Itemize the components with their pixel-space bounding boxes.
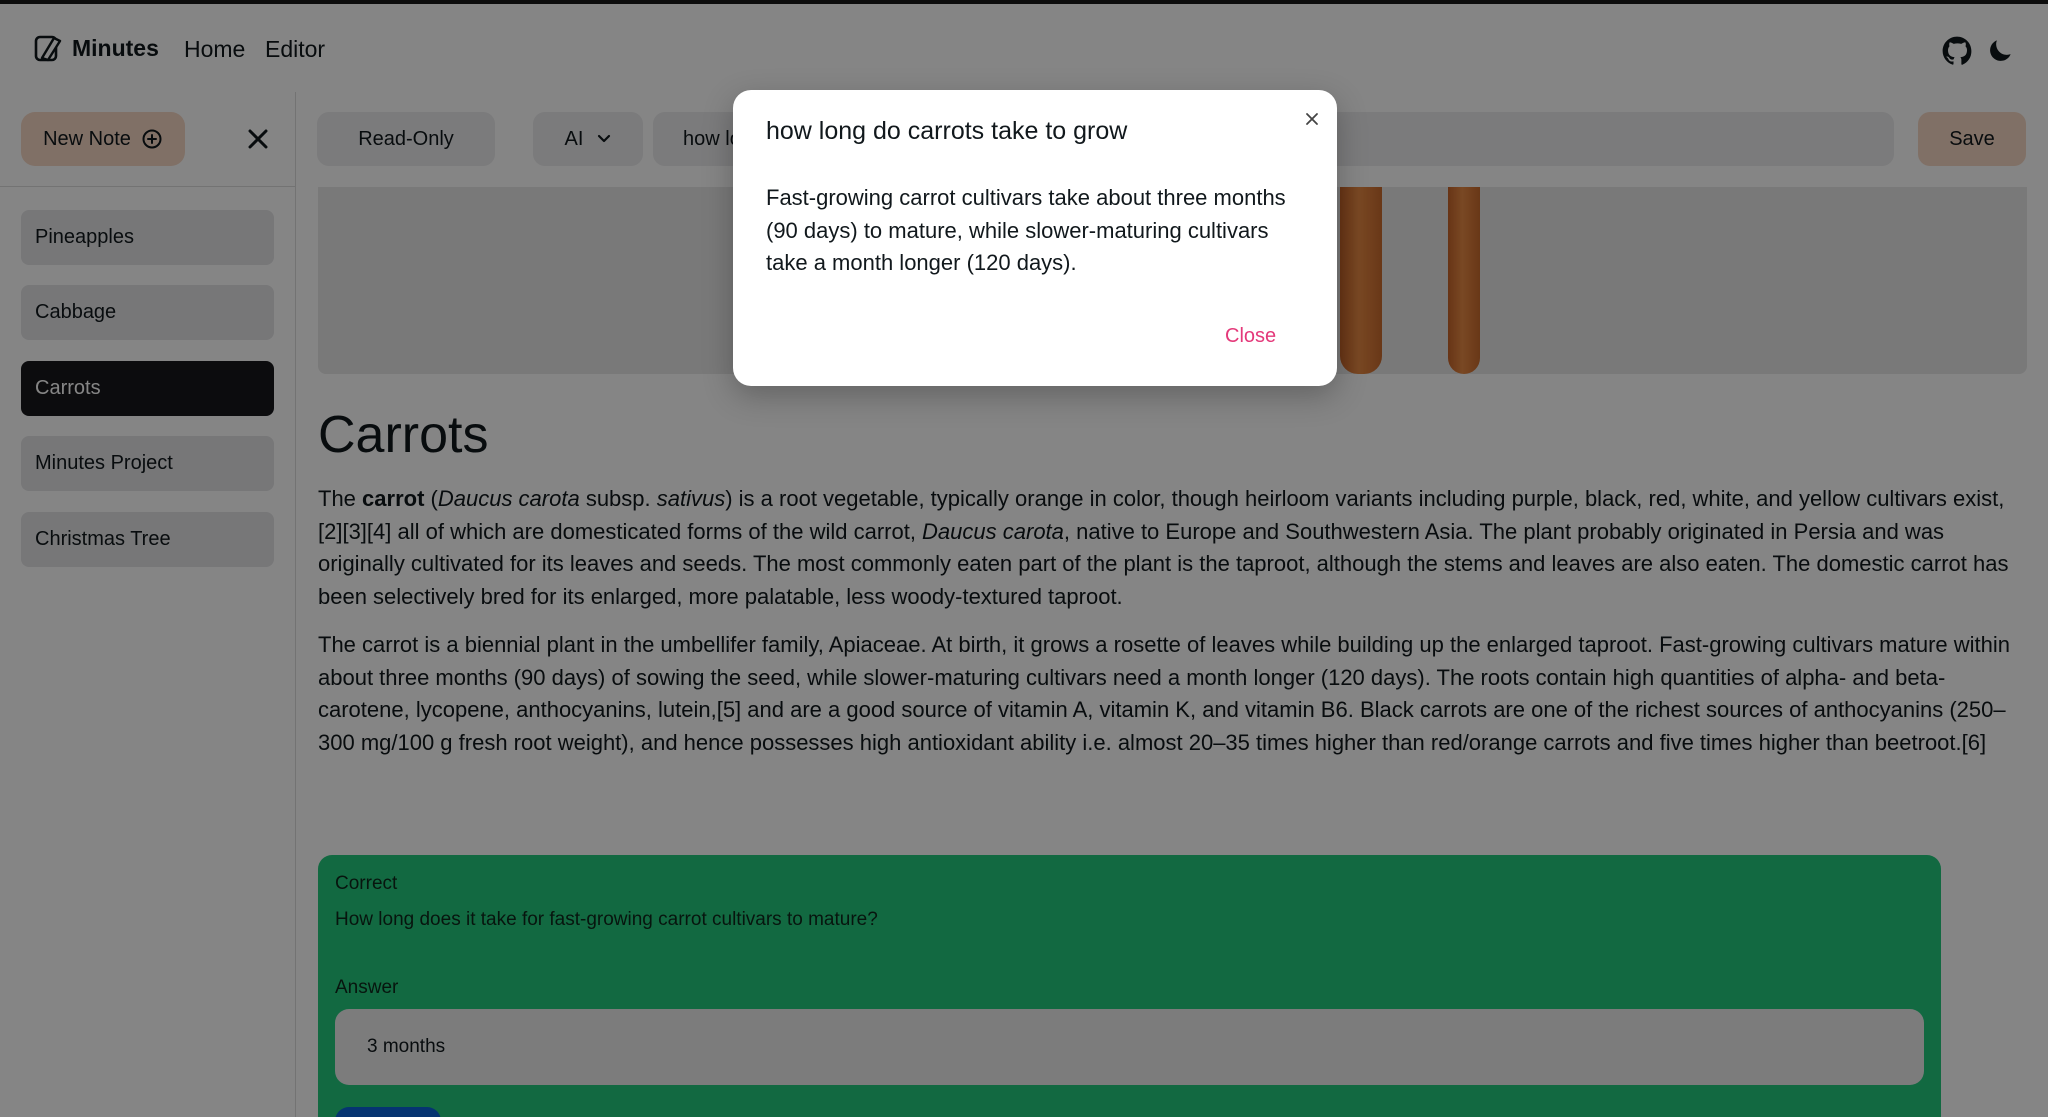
close-icon[interactable] <box>1301 108 1323 130</box>
ai-answer-dialog: how long do carrots take to grow Fast-gr… <box>733 90 1337 386</box>
dialog-close-button[interactable]: Close <box>1225 325 1276 348</box>
dialog-title: how long do carrots take to grow <box>766 117 1128 145</box>
dialog-body: Fast-growing carrot cultivars take about… <box>766 185 1286 275</box>
